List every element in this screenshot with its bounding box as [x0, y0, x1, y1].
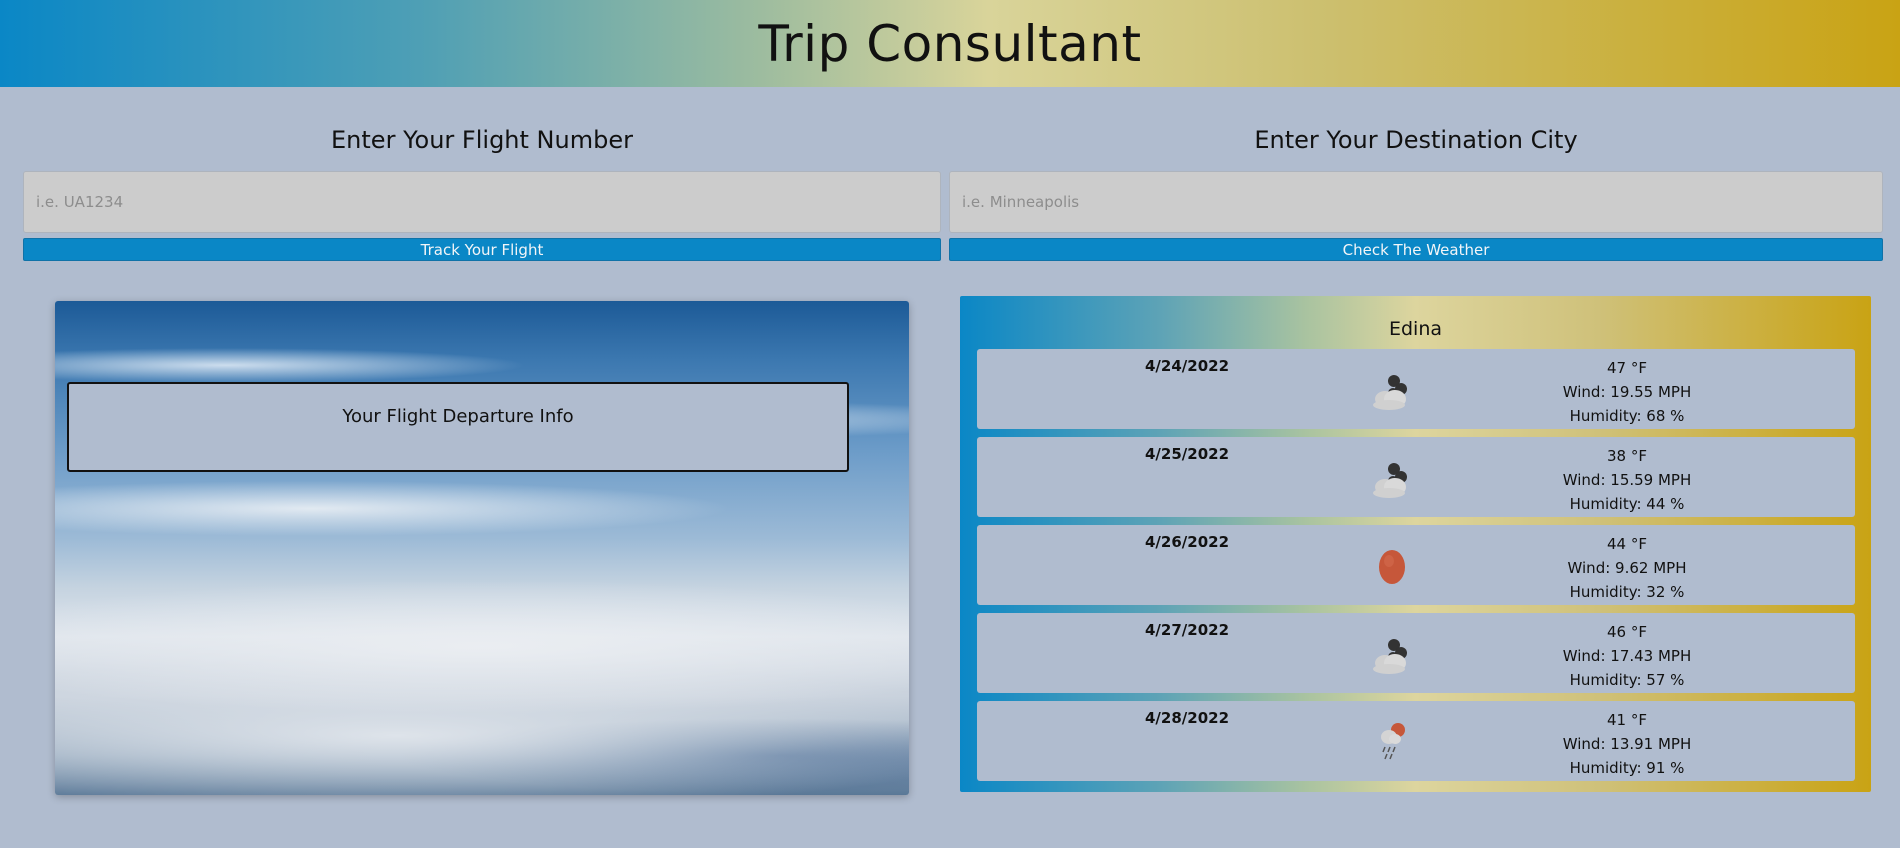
forecast-stats: 46 °F Wind: 17.43 MPH Humidity: 57 %: [1497, 620, 1757, 692]
flight-departure-info-box: Your Flight Departure Info: [67, 382, 849, 472]
forecast-day-card: 4/26/2022 44 °F Wind: 9.62 MPH Humidity:…: [977, 525, 1855, 605]
forecast-humidity: Humidity: 68 %: [1569, 407, 1685, 425]
forecast-humidity: Humidity: 32 %: [1569, 583, 1685, 601]
forecast-humidity: Humidity: 44 %: [1569, 495, 1685, 513]
forecast-stats: 41 °F Wind: 13.91 MPH Humidity: 91 %: [1497, 708, 1757, 780]
forecast-wind: Wind: 15.59 MPH: [1562, 471, 1692, 489]
forecast-temperature: 38 °F: [1607, 447, 1647, 465]
forecast-wind: Wind: 9.62 MPH: [1567, 559, 1687, 577]
destination-city-input[interactable]: [949, 171, 1883, 233]
cloud-rain-icon: [1367, 367, 1417, 413]
forecast-temperature: 41 °F: [1607, 711, 1647, 729]
forecast-stats: 47 °F Wind: 19.55 MPH Humidity: 68 %: [1497, 356, 1757, 428]
forecast-wind: Wind: 19.55 MPH: [1562, 383, 1692, 401]
track-flight-button[interactable]: Track Your Flight: [23, 238, 941, 261]
forecast-date: 4/24/2022: [1144, 357, 1230, 375]
forecast-date: 4/27/2022: [1144, 621, 1230, 639]
app-header: Trip Consultant: [0, 0, 1900, 87]
forecast-temperature: 46 °F: [1607, 623, 1647, 641]
forecast-day-card: 4/24/2022 47 °F Wind: 19.55 MPH Humidity…: [977, 349, 1855, 429]
forecast-stats: 38 °F Wind: 15.59 MPH Humidity: 44 %: [1497, 444, 1757, 516]
sky-background-image: [55, 301, 909, 795]
forecast-temperature: 47 °F: [1607, 359, 1647, 377]
forecast-day-card: 4/28/2022 41 °F Wind: 13.91 MPH Humidity…: [977, 701, 1855, 781]
forecast-humidity: Humidity: 57 %: [1569, 671, 1685, 689]
sun-rain-icon: [1367, 719, 1417, 765]
forecast-date: 4/26/2022: [1144, 533, 1230, 551]
forecast-wind: Wind: 13.91 MPH: [1562, 735, 1692, 753]
cloud-rain-icon: [1367, 631, 1417, 677]
forecast-city-name: Edina: [1388, 318, 1443, 340]
forecast-day-card: 4/25/2022 38 °F Wind: 15.59 MPH Humidity…: [977, 437, 1855, 517]
forecast-wind: Wind: 17.43 MPH: [1562, 647, 1692, 665]
flight-number-heading: Enter Your Flight Number: [331, 126, 633, 154]
destination-city-heading: Enter Your Destination City: [1254, 126, 1578, 154]
check-weather-button[interactable]: Check The Weather: [949, 238, 1883, 261]
forecast-temperature: 44 °F: [1607, 535, 1647, 553]
forecast-stats: 44 °F Wind: 9.62 MPH Humidity: 32 %: [1497, 532, 1757, 604]
forecast-humidity: Humidity: 91 %: [1569, 759, 1685, 777]
flight-number-input[interactable]: [23, 171, 941, 233]
sun-icon: [1367, 543, 1417, 589]
forecast-day-card: 4/27/2022 46 °F Wind: 17.43 MPH Humidity…: [977, 613, 1855, 693]
forecast-date: 4/28/2022: [1144, 709, 1230, 727]
flight-departure-info-label: Your Flight Departure Info: [342, 406, 574, 427]
cloud-rain-icon: [1367, 455, 1417, 501]
forecast-date: 4/25/2022: [1144, 445, 1230, 463]
app-title: Trip Consultant: [758, 14, 1142, 73]
